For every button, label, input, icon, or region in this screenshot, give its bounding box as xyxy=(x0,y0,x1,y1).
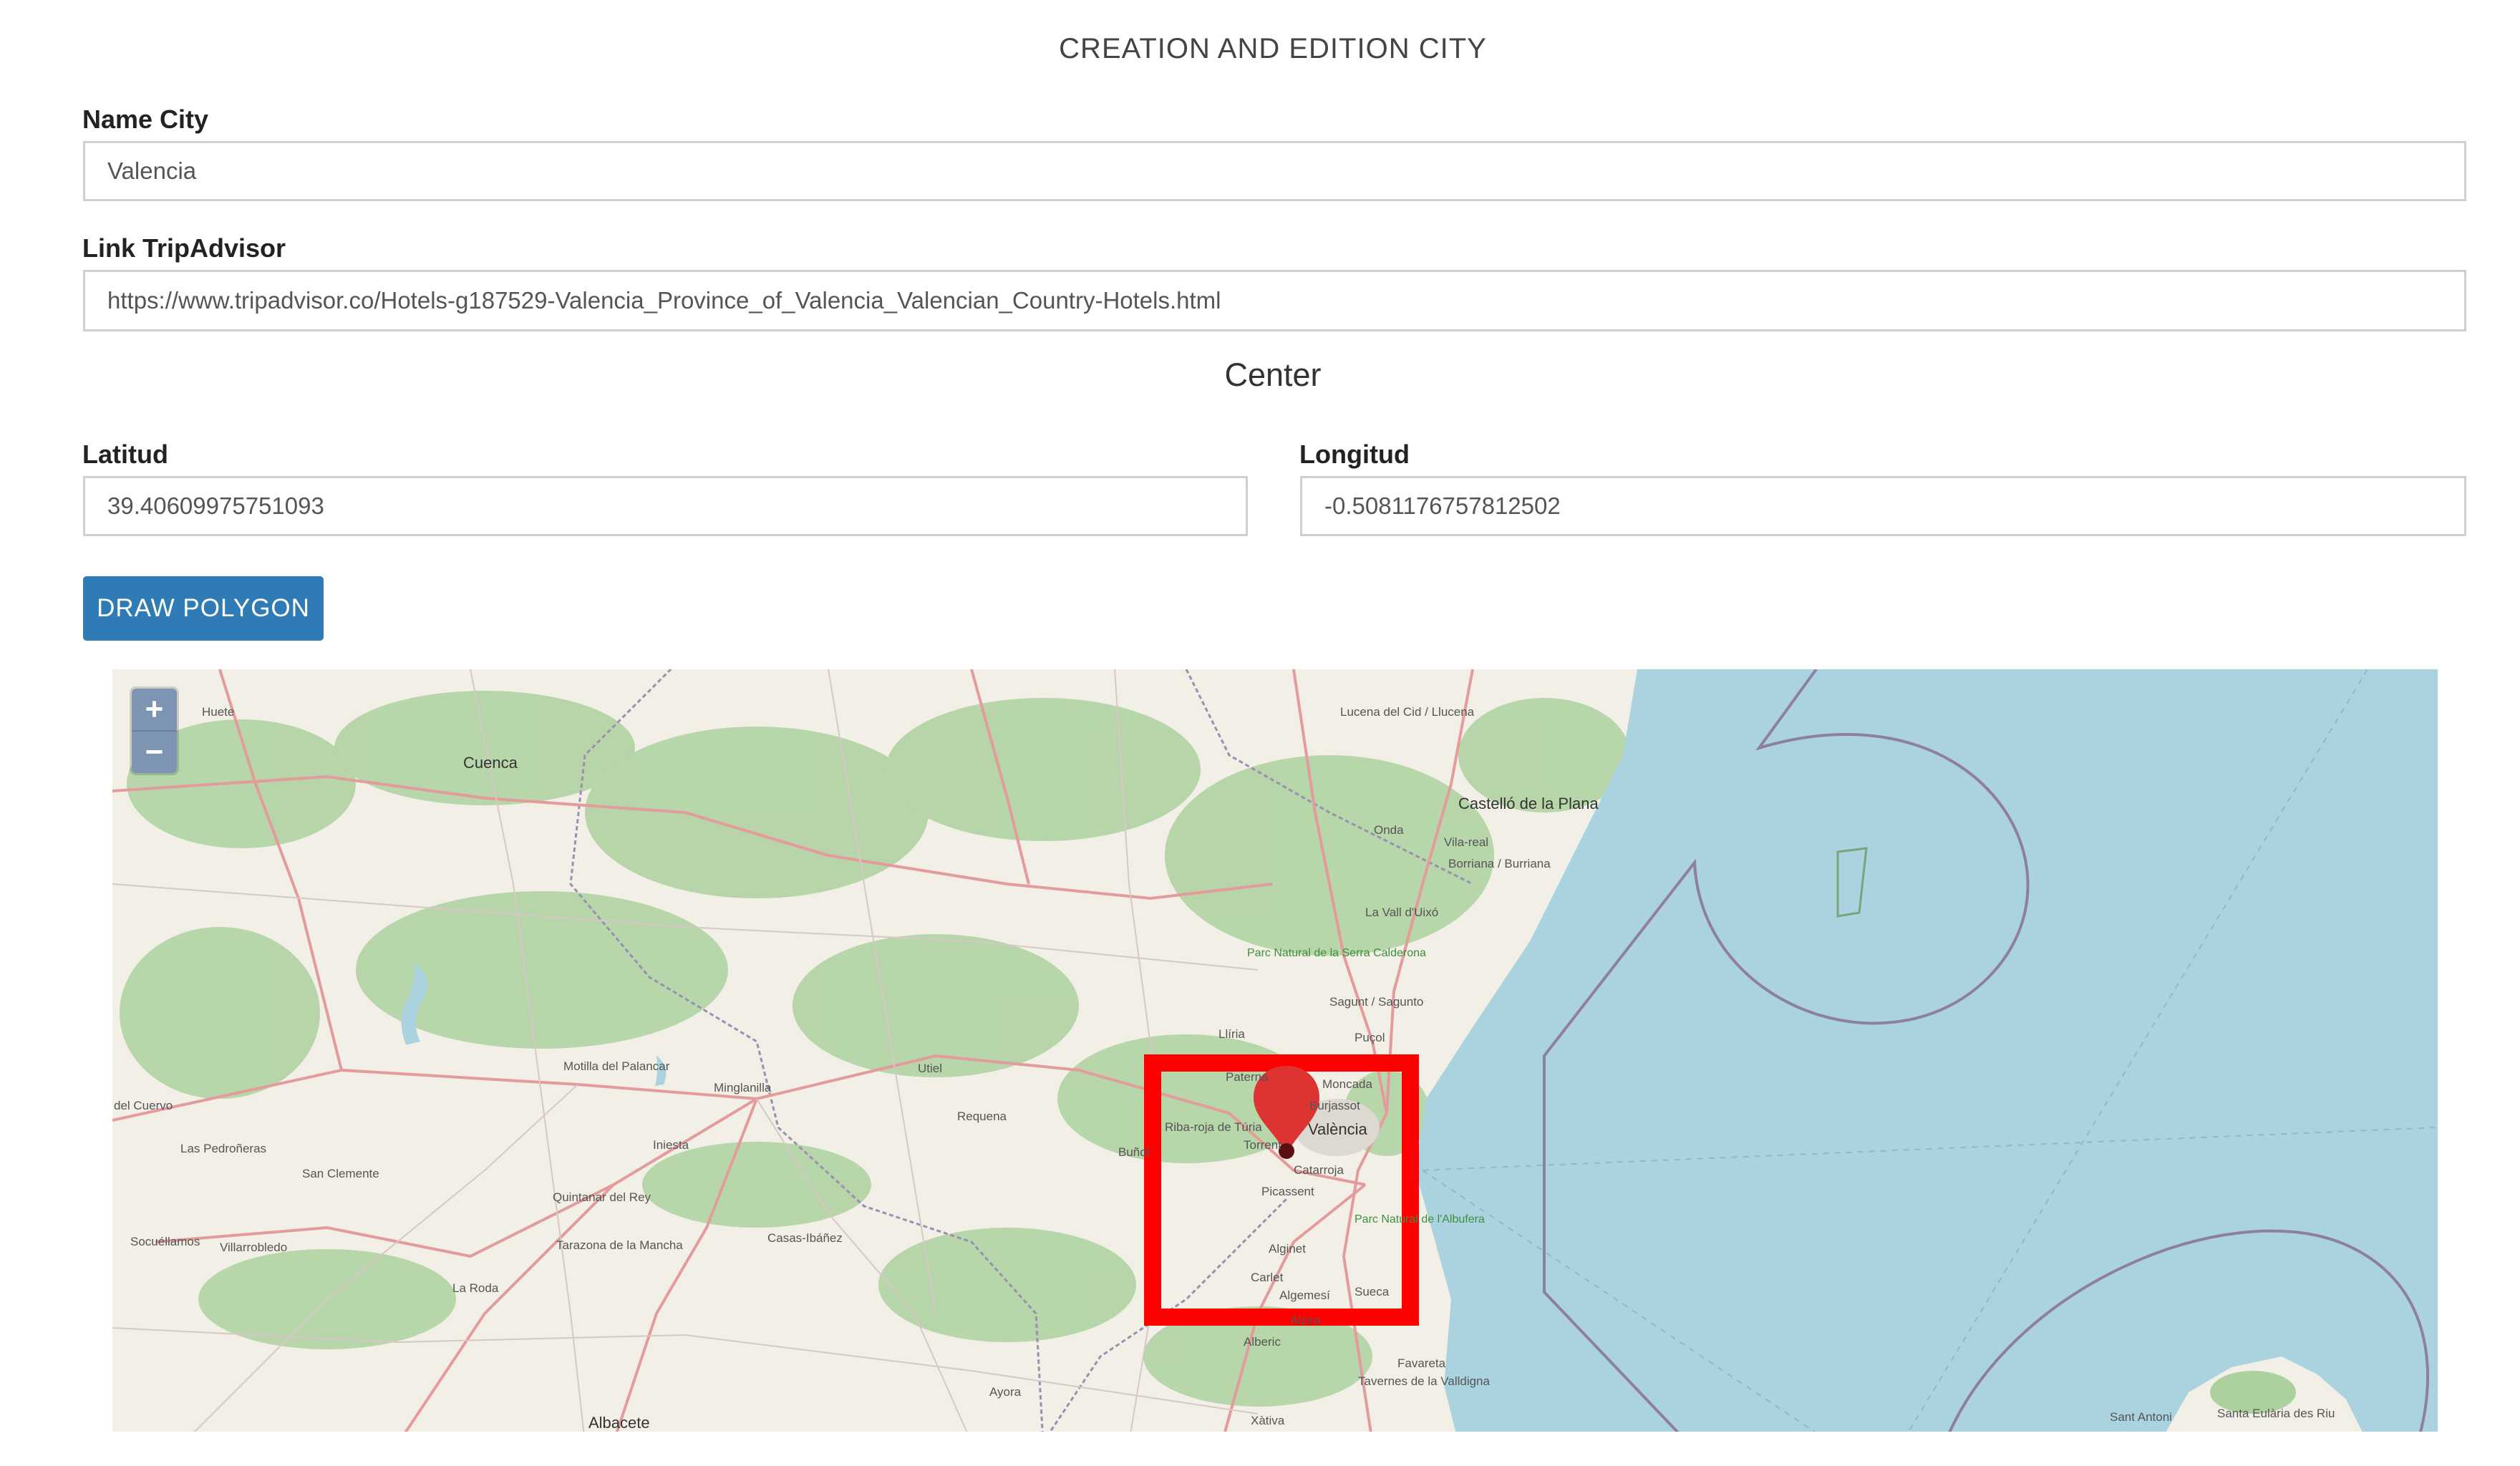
longitude-input[interactable] xyxy=(1300,476,2466,536)
zoom-in-button[interactable]: + xyxy=(132,689,177,732)
place-label: Moncada xyxy=(1322,1077,1372,1091)
place-label: Ayora xyxy=(989,1385,1022,1399)
place-label: La Roda xyxy=(452,1281,499,1295)
place-label: Puçol xyxy=(1354,1031,1385,1044)
place-label: Alginet xyxy=(1269,1242,1306,1256)
place-label: Utiel xyxy=(918,1062,943,1075)
place-label: La Vall d'Uixó xyxy=(1365,906,1439,919)
place-label: Quintanar del Rey xyxy=(553,1190,651,1204)
place-label: San Clemente xyxy=(302,1167,379,1180)
place-label: Favareta xyxy=(1397,1356,1446,1370)
place-label: Tarazona de la Mancha xyxy=(556,1238,683,1252)
place-label: Iniesta xyxy=(653,1138,689,1152)
name-city-input[interactable] xyxy=(83,141,2466,201)
map-view[interactable]: Huete Cuenca Lucena del Cid / Llucena Ca… xyxy=(112,669,2438,1442)
latitude-input[interactable] xyxy=(83,476,1248,536)
place-label: Villarrobledo xyxy=(220,1241,288,1254)
draw-polygon-button[interactable]: DRAW POLYGON xyxy=(83,576,324,641)
place-label: Alberic xyxy=(1244,1335,1281,1349)
place-label: Castelló de la Plana xyxy=(1458,795,1599,812)
place-label: Carlet xyxy=(1251,1271,1284,1284)
place-label: Xàtiva xyxy=(1251,1414,1285,1427)
place-label: Llíria xyxy=(1218,1027,1245,1041)
place-label: Sant Antoni xyxy=(2110,1410,2172,1424)
place-label: Santa Eulària des Riu xyxy=(2217,1407,2335,1420)
place-label: del Cuervo xyxy=(114,1099,173,1112)
page-title: CREATION AND EDITION CITY xyxy=(1059,33,1487,64)
place-label: Lucena del Cid / Llucena xyxy=(1340,705,1475,719)
place-label: Cuenca xyxy=(463,754,518,772)
zoom-control: + − xyxy=(132,689,177,773)
place-label: Catarroja xyxy=(1294,1163,1344,1177)
page-bottom-edge xyxy=(0,1432,2520,1466)
place-label: Onda xyxy=(1374,823,1404,837)
place-label: Riba-roja de Túria xyxy=(1165,1120,1262,1134)
place-label: Casas-Ibáñez xyxy=(767,1231,843,1245)
place-label: Motilla del Palancar xyxy=(563,1059,670,1073)
place-label: Paterna xyxy=(1226,1070,1269,1084)
link-tripadvisor-input[interactable] xyxy=(83,270,2466,331)
place-label: Huete xyxy=(202,705,235,719)
place-label: Alzira xyxy=(1290,1314,1321,1327)
place-label: Vila-real xyxy=(1444,835,1489,849)
place-label: València xyxy=(1308,1120,1367,1138)
place-label: Minglanilla xyxy=(714,1081,772,1094)
place-label: Picassent xyxy=(1261,1185,1314,1198)
place-label: Requena xyxy=(957,1110,1007,1123)
name-city-label: Name City xyxy=(82,105,209,134)
place-label: Torrent xyxy=(1244,1138,1281,1152)
zoom-out-button[interactable]: − xyxy=(132,732,177,773)
place-label: Sagunt / Sagunto xyxy=(1329,995,1424,1009)
longitude-label: Longitud xyxy=(1299,440,1410,469)
place-label: Parc Natural de l'Albufera xyxy=(1354,1213,1485,1225)
place-label: Las Pedroñeras xyxy=(180,1142,267,1155)
place-label: Burjassot xyxy=(1309,1099,1360,1112)
place-label: Borriana / Burriana xyxy=(1448,857,1551,870)
place-label: Parc Natural de la Serra Calderona xyxy=(1247,947,1426,959)
place-label: Algemesí xyxy=(1279,1288,1330,1302)
map-tiles xyxy=(112,669,2438,1442)
place-label: Tavernes de la Valldigna xyxy=(1358,1374,1490,1388)
latitude-label: Latitud xyxy=(82,440,168,469)
center-section-title: Center xyxy=(1224,356,1322,393)
place-label: Albacete xyxy=(588,1414,650,1432)
place-label: Buñol xyxy=(1118,1145,1150,1159)
place-label: Socuéllamos xyxy=(130,1235,200,1248)
link-tripadvisor-label: Link TripAdvisor xyxy=(82,233,286,263)
place-label: Sueca xyxy=(1354,1285,1390,1298)
